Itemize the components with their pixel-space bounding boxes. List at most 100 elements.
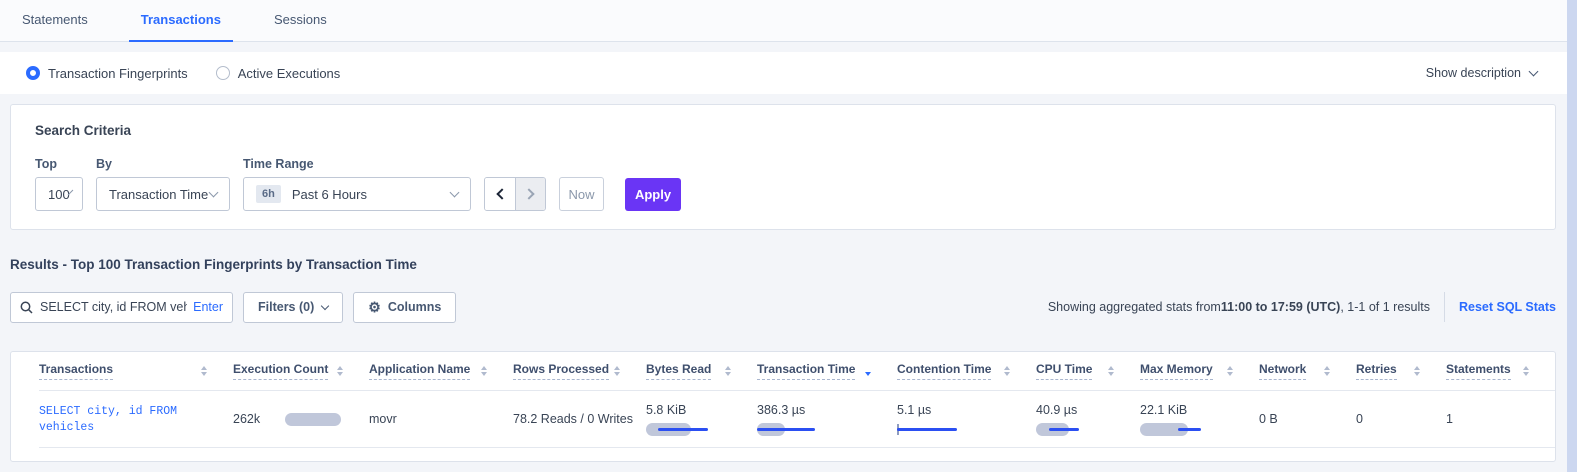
radio-transaction-fingerprints[interactable]: Transaction Fingerprints (26, 66, 188, 81)
transaction-time-value: 386.3 µs (757, 403, 885, 417)
bar-value (897, 428, 957, 431)
bytes-read-value: 5.8 KiB (646, 403, 745, 417)
top-select[interactable]: 100 (35, 177, 83, 211)
gear-icon: ⚙ (368, 299, 381, 316)
time-range-select[interactable]: 6h Past 6 Hours (243, 177, 471, 211)
column-header-network[interactable]: Network (1259, 362, 1356, 380)
apply-button[interactable]: Apply (625, 178, 681, 211)
stats-suffix: , 1-1 of 1 results (1340, 300, 1430, 314)
table-row: SELECT city, id FROM vehicles 262k movr … (39, 391, 1555, 448)
chevron-down-icon (321, 301, 329, 309)
bar-value (757, 428, 815, 431)
transaction-time-cell: 386.3 µs (757, 403, 897, 436)
chevron-down-icon (209, 188, 219, 198)
search-criteria-title: Search Criteria (35, 123, 1531, 138)
chevron-right-icon (523, 188, 534, 199)
by-select-value: Transaction Time (109, 187, 208, 202)
show-description-toggle[interactable]: Show description (1426, 66, 1537, 80)
column-header-cpu-time[interactable]: CPU Time (1036, 362, 1140, 380)
radio-label: Transaction Fingerprints (48, 66, 188, 81)
vertical-scrollbar[interactable] (1567, 0, 1577, 472)
radio-label: Active Executions (238, 66, 341, 81)
now-button[interactable]: Now (559, 177, 604, 211)
contention-time-value: 5.1 µs (897, 403, 1024, 417)
sort-icon[interactable] (1324, 366, 1330, 376)
next-range-button[interactable] (515, 178, 545, 210)
sort-icon[interactable] (1004, 366, 1010, 376)
divider (1444, 292, 1445, 322)
bar-value (658, 428, 708, 431)
search-icon (20, 301, 33, 314)
sort-icon[interactable] (337, 366, 343, 376)
transaction-fingerprint-link[interactable]: SELECT city, id FROM vehicles (39, 405, 177, 434)
chevron-down-icon (1529, 67, 1539, 77)
by-select[interactable]: Transaction Time (96, 177, 230, 211)
column-header-max-memory[interactable]: Max Memory (1140, 362, 1259, 380)
results-toolbar: Enter Filters (0) ⚙ Columns Showing aggr… (10, 291, 1556, 323)
column-header-transactions[interactable]: Transactions (39, 362, 233, 380)
sort-icon[interactable] (1414, 366, 1420, 376)
rows-processed-cell: 78.2 Reads / 0 Writes (513, 412, 646, 426)
sort-icon[interactable] (1227, 366, 1233, 376)
radio-selected-icon[interactable] (26, 66, 40, 80)
network-cell: 0 B (1259, 412, 1356, 426)
sort-icon[interactable] (1108, 366, 1114, 376)
sort-icon[interactable] (1523, 366, 1529, 376)
column-header-transaction-time[interactable]: Transaction Time (757, 362, 897, 380)
time-range-field: Time Range 6h Past 6 Hours (243, 157, 471, 211)
column-header-rows-processed[interactable]: Rows Processed (513, 362, 646, 380)
max-memory-value: 22.1 KiB (1140, 403, 1247, 417)
table-header-row: Transactions Execution Count Application… (39, 352, 1555, 391)
sort-icon[interactable] (481, 366, 487, 376)
stats-range: 11:00 to 17:59 (UTC) (1221, 300, 1340, 314)
show-description-label: Show description (1426, 66, 1521, 80)
retries-cell: 0 (1356, 412, 1446, 426)
sort-icon[interactable] (614, 366, 620, 376)
contention-time-cell: 5.1 µs (897, 403, 1036, 436)
transaction-time-bar (757, 423, 815, 436)
chevron-left-icon (496, 188, 507, 199)
aggregated-stats-text: Showing aggregated stats from 11:00 to 1… (1048, 300, 1430, 314)
sort-icon[interactable] (201, 366, 207, 376)
execution-count-bar (285, 413, 341, 426)
stats-prefix: Showing aggregated stats from (1048, 300, 1221, 314)
previous-range-button[interactable] (485, 178, 515, 210)
statements-cell: 1 (1446, 412, 1555, 426)
column-header-retries[interactable]: Retries (1356, 362, 1446, 380)
search-enter-button[interactable]: Enter (193, 300, 223, 314)
columns-label: Columns (388, 300, 441, 314)
reset-sql-stats-link[interactable]: Reset SQL Stats (1459, 300, 1556, 314)
sort-icon[interactable] (725, 366, 731, 376)
execution-count-value: 262k (233, 412, 260, 426)
radio-unselected-icon[interactable] (216, 66, 230, 80)
column-header-statements[interactable]: Statements (1446, 362, 1555, 380)
filters-label: Filters (0) (258, 300, 314, 314)
tab-statements[interactable]: Statements (10, 12, 100, 42)
results-table: Transactions Execution Count Application… (10, 351, 1556, 462)
tab-sessions[interactable]: Sessions (262, 12, 339, 42)
top-label: Top (35, 157, 83, 171)
column-header-bytes-read[interactable]: Bytes Read (646, 362, 757, 380)
tab-transactions[interactable]: Transactions (129, 12, 233, 42)
max-memory-cell: 22.1 KiB (1140, 403, 1259, 436)
time-range-value: Past 6 Hours (292, 187, 367, 202)
filters-button[interactable]: Filters (0) (243, 292, 343, 323)
radio-active-executions[interactable]: Active Executions (216, 66, 341, 81)
max-memory-bar (1140, 423, 1201, 436)
sort-icon-descending[interactable] (865, 366, 871, 376)
time-range-badge: 6h (256, 185, 281, 203)
page-tabs: Statements Transactions Sessions (0, 0, 1577, 42)
contention-time-bar (897, 423, 957, 436)
column-header-contention-time[interactable]: Contention Time (897, 362, 1036, 380)
search-input[interactable] (40, 300, 187, 314)
columns-button[interactable]: ⚙ Columns (353, 292, 456, 323)
time-range-label: Time Range (243, 157, 471, 171)
sql-search-box[interactable]: Enter (10, 292, 233, 323)
search-criteria-card: Search Criteria Top 100 By Transaction T… (10, 104, 1556, 230)
top-field: Top 100 (35, 157, 83, 211)
by-field: By Transaction Time (96, 157, 230, 211)
column-header-application-name[interactable]: Application Name (369, 362, 513, 380)
bytes-read-bar (646, 423, 708, 436)
view-toggle-bar: Transaction Fingerprints Active Executio… (0, 52, 1577, 94)
column-header-execution-count[interactable]: Execution Count (233, 362, 369, 380)
